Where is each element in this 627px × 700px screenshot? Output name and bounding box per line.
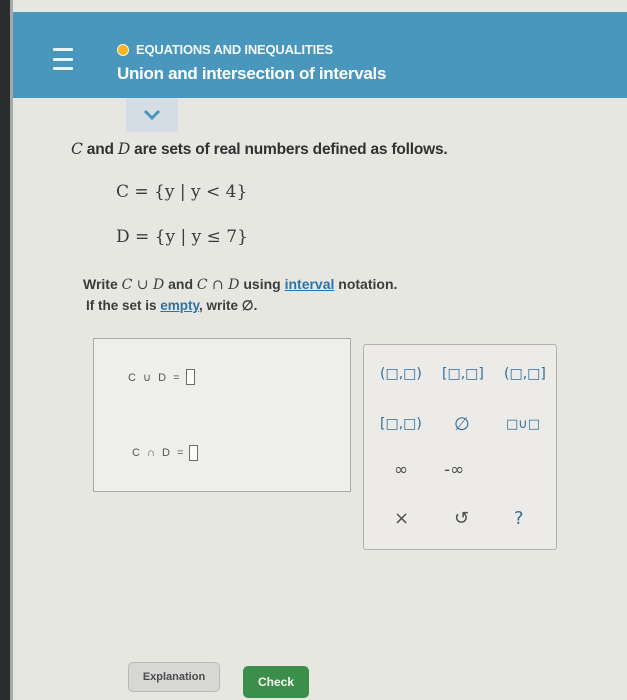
union-answer-label: C ∪ D = (128, 371, 182, 384)
instr-and: and (164, 276, 197, 292)
intersection-answer-input[interactable] (189, 445, 199, 461)
instruction-text: Write C ∪ D and C ∩ D using interval not… (83, 276, 397, 293)
key-closed-open-interval[interactable]: [□,□) (380, 416, 422, 432)
empty-text-2: , write ∅. (199, 298, 258, 313)
instr-using: using (239, 276, 285, 292)
key-union[interactable]: □∪□ (506, 417, 540, 432)
key-empty-set[interactable]: ∅ (454, 414, 470, 435)
key-open-closed-interval[interactable]: (□,□] (504, 366, 546, 382)
instr-inter: C ∩ D (196, 277, 240, 293)
math-keypad: (□,□) [□,□] (□,□] [□,□) ∅ □∪□ ∞ -∞ × ↺ ? (363, 344, 557, 550)
chevron-down-icon (143, 109, 161, 121)
intersection-answer-row: C ∩ D = (132, 445, 199, 461)
topic-status-icon (117, 43, 129, 56)
instr-write: Write (83, 276, 122, 292)
instr-end: notation. (334, 276, 398, 292)
help-icon[interactable]: ? (514, 508, 524, 529)
union-answer-row: C ∪ D = (128, 369, 195, 385)
intro-rest: are sets of real numbers defined as foll… (130, 141, 448, 158)
answer-box: C ∪ D = C ∩ D = (93, 338, 351, 492)
explanation-button[interactable]: Explanation (128, 662, 220, 692)
set-d-definition: D = {y | y ≤ 7} (116, 227, 248, 247)
union-answer-input[interactable] (185, 369, 195, 385)
var-c: C (71, 140, 83, 158)
page-title: Union and intersection of intervals (117, 64, 387, 83)
key-open-open-interval[interactable]: (□,□) (380, 366, 422, 382)
empty-set-instruction: If the set is empty, write ∅. (86, 298, 257, 314)
check-button[interactable]: Check (243, 666, 309, 698)
undo-icon[interactable]: ↺ (454, 508, 469, 529)
set-c-definition: C = {y | y < 4} (116, 182, 248, 202)
key-closed-closed-interval[interactable]: [□,□] (442, 366, 484, 382)
intersection-answer-label: C ∩ D = (132, 447, 186, 459)
clear-icon[interactable]: × (394, 508, 409, 529)
key-negative-infinity[interactable]: -∞ (444, 460, 464, 480)
header-bar: EQUATIONS AND INEQUALITIES Union and int… (13, 12, 627, 98)
menu-icon[interactable] (53, 48, 73, 70)
topic-row: EQUATIONS AND INEQUALITIES (117, 42, 333, 57)
topic-label: EQUATIONS AND INEQUALITIES (136, 42, 334, 57)
empty-link[interactable]: empty (160, 298, 199, 313)
var-d: D (117, 140, 131, 158)
menu-line (53, 67, 73, 70)
menu-line (53, 57, 73, 61)
instr-union: C ∪ D (121, 277, 165, 293)
menu-line (53, 48, 73, 51)
problem-intro: C and D are sets of real numbers defined… (71, 140, 448, 159)
collapse-button[interactable] (126, 98, 178, 132)
intro-and: and (82, 141, 118, 158)
interval-link[interactable]: interval (285, 276, 335, 292)
page: EQUATIONS AND INEQUALITIES Union and int… (10, 0, 627, 700)
empty-text-1: If the set is (86, 298, 161, 313)
key-infinity[interactable]: ∞ (394, 460, 408, 480)
